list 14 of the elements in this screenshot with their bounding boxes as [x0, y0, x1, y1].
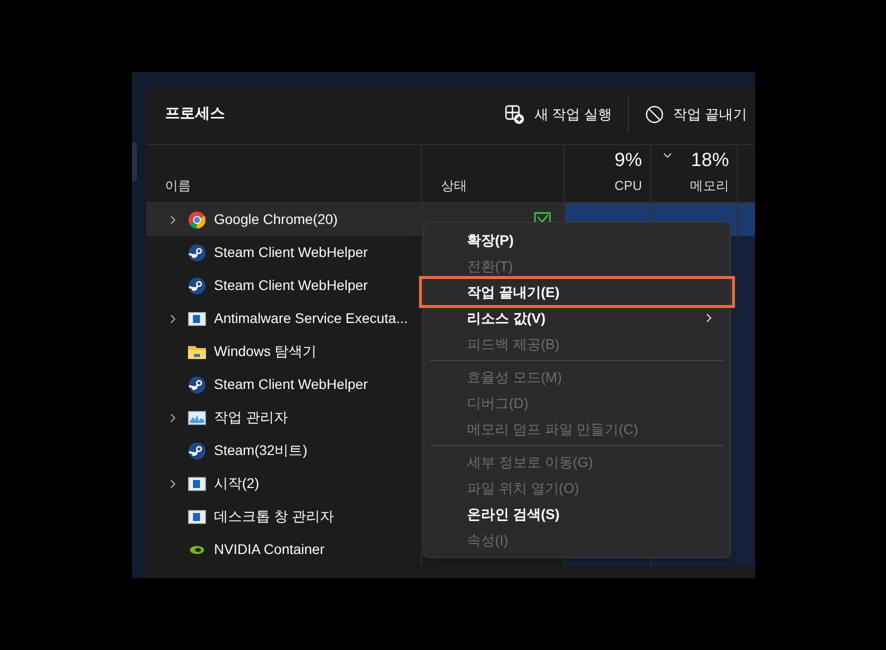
process-name: Google Chrome(20)	[214, 210, 338, 229]
process-name: Steam Client WebHelper	[214, 375, 368, 394]
column-percent: 9%	[614, 149, 642, 173]
page-title: 프로세스	[165, 104, 226, 124]
process-name: Windows 탐색기	[214, 342, 317, 361]
process-name: 데스크톱 창 관리자	[214, 507, 334, 526]
column-percent: 18%	[690, 149, 729, 173]
process-name: Steam(32비트)	[214, 441, 308, 460]
process-name: Steam Client WebHelper	[214, 243, 368, 262]
process-name: Steam Client WebHelper	[214, 276, 368, 295]
process-name: 작업 관리자	[214, 408, 288, 427]
process-name: 시작(2)	[214, 474, 260, 493]
process-name: NVIDIA Container	[214, 540, 324, 559]
process-name: Antimalware Service Executa...	[214, 309, 408, 328]
